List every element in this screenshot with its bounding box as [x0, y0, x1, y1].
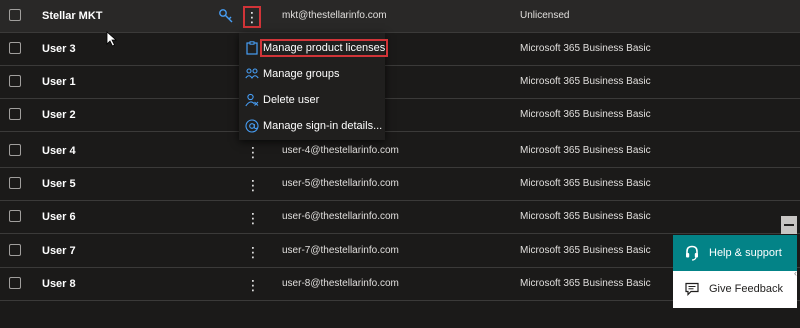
user-display-name[interactable]: User 1	[42, 76, 76, 88]
menu-item-label: Manage product licenses	[259, 39, 389, 57]
row-checkbox[interactable]	[9, 177, 21, 189]
table-row[interactable]: User 5 ⋮ user-5@thestellarinfo.com Micro…	[0, 168, 800, 201]
delete-user-icon	[245, 93, 259, 107]
menu-item-label: Manage groups	[263, 68, 340, 80]
user-display-name[interactable]: Stellar MKT	[42, 10, 103, 22]
more-actions-button[interactable]: ⋮	[245, 242, 261, 262]
user-actions-menu: Manage product licenses Manage groups De…	[239, 33, 389, 140]
user-display-name[interactable]: User 7	[42, 245, 76, 257]
user-license: Microsoft 365 Business Basic	[520, 145, 651, 156]
table-row[interactable]: User 2 Microsoft 365 Business Basic	[0, 99, 800, 132]
row-checkbox[interactable]	[9, 244, 21, 256]
table-row[interactable]: User 4 ⋮ user-4@thestellarinfo.com Micro…	[0, 135, 800, 168]
user-license: Microsoft 365 Business Basic	[520, 109, 651, 120]
table-row[interactable]: User 6 ⋮ user-6@thestellarinfo.com Micro…	[0, 201, 800, 234]
table-row[interactable]: Stellar MKT ⋮ mkt@thestellarinfo.com Unl…	[0, 0, 800, 33]
groups-icon	[245, 68, 259, 79]
user-license: Microsoft 365 Business Basic	[520, 278, 651, 289]
give-feedback-button[interactable]: Give Feedback	[673, 271, 797, 308]
user-display-name[interactable]: User 2	[42, 109, 76, 121]
user-license: Unlicensed	[520, 10, 570, 21]
key-icon[interactable]	[218, 8, 234, 24]
more-actions-button[interactable]: ⋮	[245, 275, 261, 295]
help-and-support-label: Help & support	[709, 247, 782, 259]
menu-item-label: Manage sign-in details...	[263, 120, 383, 132]
table-row[interactable]: User 3 Microsoft 365 Business Basic	[0, 33, 800, 66]
user-display-name[interactable]: User 6	[42, 211, 76, 223]
user-email: user-8@thestellarinfo.com	[282, 278, 399, 289]
more-actions-button[interactable]: ⋮	[243, 6, 261, 28]
more-actions-button[interactable]: ⋮	[245, 208, 261, 228]
user-license: Microsoft 365 Business Basic	[520, 43, 651, 54]
menu-item-manage-product-licenses[interactable]: Manage product licenses	[239, 35, 389, 61]
row-checkbox[interactable]	[9, 108, 21, 120]
user-license: Microsoft 365 Business Basic	[520, 76, 651, 87]
user-email: user-4@thestellarinfo.com	[282, 145, 399, 156]
menu-item-label: Delete user	[263, 94, 320, 106]
user-license: Microsoft 365 Business Basic	[520, 245, 651, 256]
headset-icon	[686, 245, 698, 261]
user-display-name[interactable]: User 5	[42, 178, 76, 190]
row-checkbox[interactable]	[9, 75, 21, 87]
at-sign-icon	[245, 119, 259, 133]
help-and-support-button[interactable]: Help & support	[673, 235, 797, 271]
collapse-help-button[interactable]	[781, 216, 797, 234]
chevron-left-icon[interactable]: ‹	[794, 268, 797, 278]
more-actions-button[interactable]: ⋮	[245, 175, 261, 195]
mouse-cursor-icon	[106, 31, 118, 47]
row-checkbox[interactable]	[9, 210, 21, 222]
user-email: user-5@thestellarinfo.com	[282, 178, 399, 189]
user-license: Microsoft 365 Business Basic	[520, 211, 651, 222]
row-checkbox[interactable]	[9, 144, 21, 156]
menu-item-manage-groups[interactable]: Manage groups	[239, 61, 385, 87]
more-actions-button[interactable]: ⋮	[245, 142, 261, 162]
user-display-name[interactable]: User 4	[42, 145, 76, 157]
user-email: mkt@thestellarinfo.com	[282, 10, 387, 21]
row-checkbox[interactable]	[9, 277, 21, 289]
table-row[interactable]: User 1 Microsoft 365 Business Basic	[0, 66, 800, 99]
license-icon	[246, 41, 258, 55]
menu-item-delete-user[interactable]: Delete user	[239, 87, 385, 113]
feedback-icon	[685, 282, 699, 296]
menu-item-manage-sign-in-details[interactable]: Manage sign-in details...	[239, 113, 385, 139]
user-email: user-6@thestellarinfo.com	[282, 211, 399, 222]
give-feedback-label: Give Feedback	[709, 283, 783, 295]
user-license: Microsoft 365 Business Basic	[520, 178, 651, 189]
row-checkbox[interactable]	[9, 9, 21, 21]
minus-icon	[784, 224, 794, 226]
row-checkbox[interactable]	[9, 42, 21, 54]
user-display-name[interactable]: User 8	[42, 278, 76, 290]
user-display-name[interactable]: User 3	[42, 43, 76, 55]
user-email: user-7@thestellarinfo.com	[282, 245, 399, 256]
